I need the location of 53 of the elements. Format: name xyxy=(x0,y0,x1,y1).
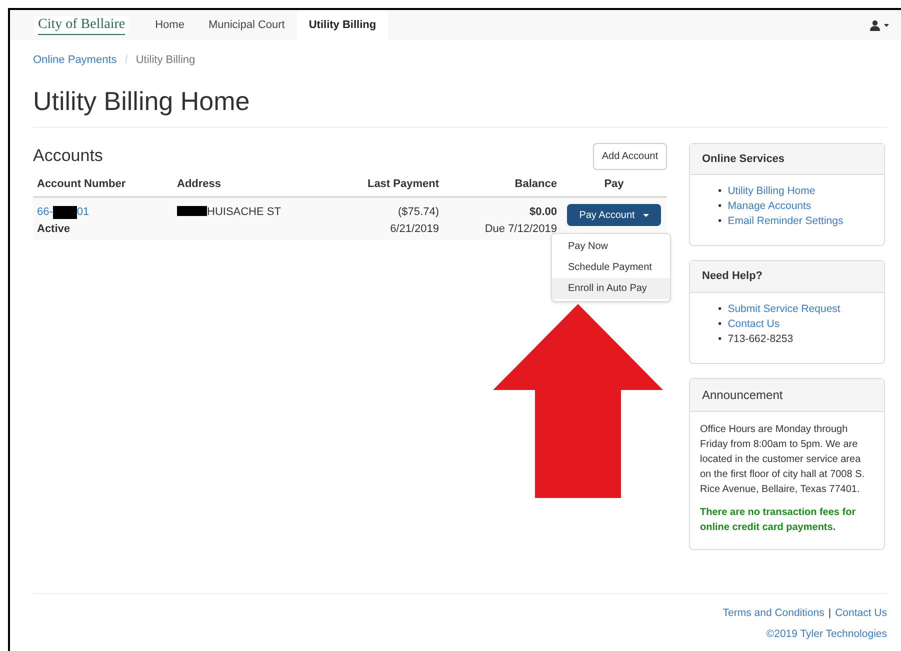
user-icon xyxy=(870,20,880,30)
column-header: Last Payment xyxy=(366,176,440,192)
panel-link[interactable]: Utility Billing Home xyxy=(728,184,816,199)
menu-item[interactable]: Enroll in Auto Pay xyxy=(552,278,670,299)
column-header: Balance xyxy=(514,176,558,192)
panel-link[interactable]: Manage Accounts xyxy=(728,199,812,214)
fee-notice: There are no transaction fees for online credit card payments. xyxy=(700,506,857,534)
bullet: • xyxy=(718,316,722,332)
breadcrumb-current: Utility Billing xyxy=(136,53,196,68)
footer-separator: | xyxy=(828,606,832,620)
column-header: Account Number xyxy=(36,176,127,192)
nav-tab[interactable]: Utility Billing xyxy=(296,10,388,40)
caret-icon xyxy=(884,24,889,26)
page-title: Utility Billing Home xyxy=(33,84,251,116)
redaction-bar xyxy=(52,206,77,219)
column-header: Pay xyxy=(603,176,625,192)
payment-date: 6/21/2019 xyxy=(390,222,439,236)
footer-link[interactable]: Terms and Conditions xyxy=(722,606,824,622)
section-title: Accounts xyxy=(33,145,103,168)
panel-title: Need Help? xyxy=(690,261,884,292)
panel-link[interactable]: Contact Us xyxy=(728,316,780,332)
address-text: HUISACHE ST xyxy=(207,205,281,220)
redaction-bar xyxy=(177,206,207,216)
column-header: Address xyxy=(176,176,222,192)
balance-amount: $0.00 xyxy=(529,205,557,220)
bullet: • xyxy=(718,199,722,214)
menu-item[interactable]: Pay Now xyxy=(552,236,670,257)
panel-link[interactable]: Email Reminder Settings xyxy=(728,214,844,229)
panel-title: Online Services xyxy=(690,144,884,175)
phone-number: 713-662-8253 xyxy=(728,332,794,346)
account-status: Active xyxy=(37,222,72,236)
bullet: • xyxy=(718,214,722,229)
payment-amount: ($75.74) xyxy=(398,205,439,220)
pay-account-button[interactable]: Pay Account xyxy=(567,204,661,226)
footer-link[interactable]: Contact Us xyxy=(835,606,887,622)
bullet: • xyxy=(718,302,722,316)
add-account-button[interactable]: Add Account xyxy=(592,142,667,170)
bullet: • xyxy=(718,184,722,199)
due-date: Due 7/12/2019 xyxy=(484,222,557,236)
breadcrumb-link[interactable]: Online Payments xyxy=(33,52,117,68)
logo-text: City of Bellaire xyxy=(38,16,126,34)
caret-icon xyxy=(642,214,649,216)
panel-title: Announcement xyxy=(690,378,884,412)
announcement-text: Office Hours are Monday through Friday from 8:00am to 5pm. We are located in the customer service area on the first floor of city hall at 7008 S. Rice Avenue, Bellaire, Texas 77401. xyxy=(700,422,866,496)
menu-item[interactable]: Schedule Payment xyxy=(552,257,670,278)
nav-tab[interactable]: Home xyxy=(143,10,196,40)
breadcrumb-separator: / xyxy=(124,53,128,68)
nav-tab[interactable]: Municipal Court xyxy=(196,10,297,40)
bullet: • xyxy=(718,332,722,346)
copyright-text: ©2019 Tyler Technologies xyxy=(766,627,887,642)
account-number-link[interactable]: 66- 01 xyxy=(37,204,169,220)
user-menu[interactable] xyxy=(870,20,889,30)
panel-link[interactable]: Submit Service Request xyxy=(728,302,840,316)
